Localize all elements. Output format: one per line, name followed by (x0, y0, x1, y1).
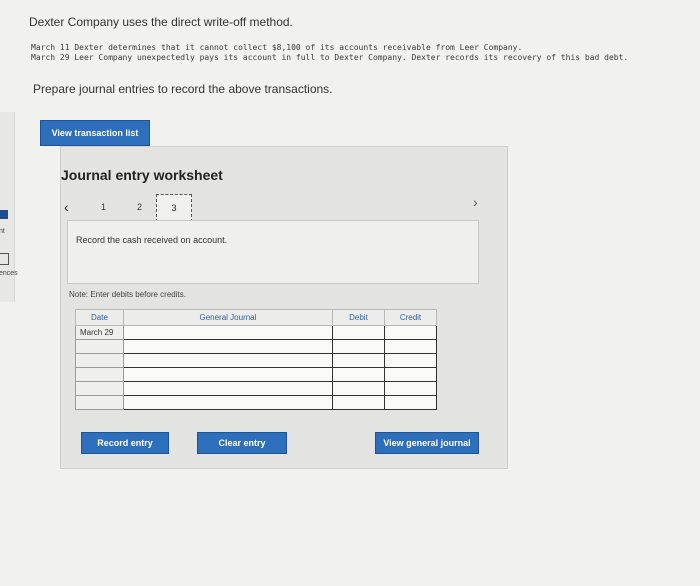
date-cell[interactable] (75, 339, 124, 354)
clear-entry-button[interactable]: Clear entry (197, 432, 287, 454)
date-cell[interactable] (75, 367, 124, 382)
column-header-credit: Credit (383, 309, 438, 326)
side-label-1: nt (0, 228, 5, 235)
table-row (75, 367, 438, 382)
credit-cell[interactable] (383, 339, 438, 354)
credit-cell[interactable] (383, 325, 438, 340)
account-cell[interactable] (122, 339, 333, 354)
view-transaction-list-button[interactable]: View transaction list (40, 120, 150, 146)
date-cell[interactable]: March 29 (75, 325, 124, 340)
instruction-box: Record the cash received on account. (67, 220, 479, 284)
references-icon[interactable] (0, 253, 9, 265)
journal-entry-worksheet: Journal entry worksheet ‹ 1 2 3 › Record… (60, 146, 508, 469)
table-row (75, 353, 438, 368)
chevron-left-icon[interactable]: ‹ (64, 199, 69, 215)
problem-prompt: Prepare journal entries to record the ab… (33, 82, 333, 96)
column-header-general-journal: General Journal (122, 309, 333, 326)
credit-cell[interactable] (383, 367, 438, 382)
account-cell[interactable] (122, 381, 333, 396)
transaction-line: March 11 Dexter determines that it canno… (31, 43, 523, 52)
instruction-text: Record the cash received on account. (76, 235, 228, 245)
table-row (75, 381, 438, 396)
debit-cell[interactable] (331, 339, 385, 354)
worksheet-title: Journal entry worksheet (61, 167, 223, 183)
problem-intro: Dexter Company uses the direct write-off… (29, 15, 293, 29)
journal-table: Date General Journal Debit Credit March … (75, 309, 438, 410)
account-cell[interactable] (122, 353, 333, 368)
debit-cell[interactable] (331, 395, 385, 410)
account-cell[interactable] (122, 367, 333, 382)
table-row (75, 339, 438, 354)
table-row: March 29 (75, 325, 438, 340)
page-tab-2[interactable]: 2 (137, 202, 142, 212)
record-entry-button[interactable]: Record entry (81, 432, 169, 454)
bookmark-icon[interactable] (0, 210, 8, 219)
transaction-line: March 29 Leer Company unexpectedly pays … (31, 53, 629, 62)
view-general-journal-button[interactable]: View general journal (375, 432, 479, 454)
date-cell[interactable] (75, 353, 124, 368)
debit-cell[interactable] (331, 353, 385, 368)
debit-credit-note: Note: Enter debits before credits. (69, 290, 186, 299)
debit-cell[interactable] (331, 381, 385, 396)
account-cell[interactable] (122, 395, 333, 410)
credit-cell[interactable] (383, 381, 438, 396)
date-cell[interactable] (75, 381, 124, 396)
debit-cell[interactable] (331, 367, 385, 382)
credit-cell[interactable] (383, 353, 438, 368)
page-tab-1[interactable]: 1 (101, 202, 106, 212)
account-cell[interactable] (122, 325, 333, 340)
column-header-date: Date (75, 309, 124, 326)
page-tab-3-active[interactable]: 3 (156, 194, 192, 222)
chevron-right-icon[interactable]: › (473, 194, 478, 210)
side-label-2: ences (0, 270, 18, 277)
credit-cell[interactable] (383, 395, 438, 410)
column-header-debit: Debit (331, 309, 385, 326)
date-cell[interactable] (75, 395, 124, 410)
table-row (75, 395, 438, 410)
debit-cell[interactable] (331, 325, 385, 340)
